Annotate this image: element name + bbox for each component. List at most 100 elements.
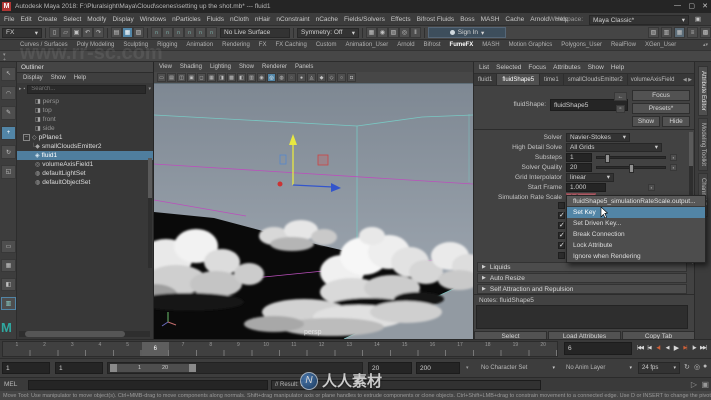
shelf-tab-polygons-user[interactable]: Polygons_User (561, 42, 602, 48)
vp-isolate-select-icon[interactable]: ◘ (347, 73, 356, 82)
shelf-tab-curves-surfaces[interactable]: Curves / Surfaces (20, 42, 68, 48)
viewport-menu-shading[interactable]: Shading (180, 64, 202, 70)
select-tool-icon[interactable]: ↖ (1, 67, 16, 81)
menu-nconstraint[interactable]: nConstraint (276, 16, 309, 23)
menu-set-selector[interactable]: FX▾ (2, 28, 42, 38)
grid-interpolator-dropdown[interactable]: linear▾ (566, 173, 614, 182)
animation-start-field[interactable]: 1 (2, 362, 50, 374)
vp-gate-mask-icon[interactable]: ◨ (217, 73, 226, 82)
modeling-toolkit-toggle-icon[interactable]: ▧ (648, 27, 659, 38)
solver-quality-field[interactable]: 20 (566, 163, 592, 172)
vp-textured-icon[interactable]: ◎ (267, 73, 276, 82)
outliner-bookmark-icon[interactable]: ▪ (24, 86, 26, 92)
animation-end-field[interactable]: 200 (416, 362, 460, 374)
current-frame-field[interactable]: 6 (564, 342, 632, 355)
ae-tab-fluid1[interactable]: fluid1 (474, 74, 497, 85)
fps-selector[interactable]: 24 fps▾ (638, 362, 680, 374)
vp-field-chart-icon[interactable]: ▩ (227, 73, 236, 82)
menu-nparticles[interactable]: nParticles (172, 16, 201, 23)
attribute-editor-toggle-icon[interactable]: ▦ (674, 27, 685, 38)
substeps-slider[interactable] (596, 156, 666, 159)
ae-menu-attributes[interactable]: Attributes (553, 64, 580, 71)
command-input[interactable] (28, 380, 268, 390)
go-to-start-button[interactable]: |◀◀ (636, 342, 644, 353)
render-current-frame-icon[interactable]: ◉ (377, 27, 388, 38)
section-liquids[interactable]: ▶Liquids (477, 262, 687, 272)
menu-boss[interactable]: Boss (460, 16, 474, 23)
shelf-tab-animation[interactable]: Animation (186, 42, 213, 48)
menu-create[interactable]: Create (38, 16, 58, 23)
vp-screen-space-ao-icon[interactable]: ◬ (307, 73, 316, 82)
ae-menu-list[interactable]: List (479, 64, 489, 71)
ae-swatch-icon[interactable]: ▫ (616, 105, 625, 113)
solver-dropdown[interactable]: Navier-Stokes▾ (566, 133, 630, 142)
vp-depth-of-field-icon[interactable]: ○ (337, 73, 346, 82)
menu-ncache[interactable]: nCache (316, 16, 338, 23)
ae-tab-volumeaxisfield[interactable]: volumeAxisField (628, 74, 678, 85)
vp-wireframe-icon[interactable]: ◍ (277, 73, 286, 82)
substeps-field[interactable]: 1 (566, 153, 592, 162)
shelf-tab-arnold[interactable]: Arnold (397, 42, 414, 48)
select-object-icon[interactable]: ▦ (122, 27, 133, 38)
animation-preferences-icon[interactable]: ● (703, 363, 707, 370)
outliner-menu-show[interactable]: Show (51, 75, 66, 81)
menu-ncloth[interactable]: nCloth (230, 16, 249, 23)
texture-box-icon[interactable]: ▪ (648, 184, 655, 191)
title-bar[interactable]: M Autodesk Maya 2018: F:\Pluralsight\May… (0, 0, 711, 13)
workspace-selector[interactable]: Maya Classic* ▾ (589, 15, 689, 25)
shelf-tab-rigging[interactable]: Rigging (157, 42, 177, 48)
range-slider-track[interactable]: 1 20 (107, 362, 363, 374)
playback-start-field[interactable]: 1 (55, 362, 103, 374)
maximize-button[interactable]: ▢ (688, 2, 695, 10)
high-detail-solve-dropdown[interactable]: All Grids▾ (566, 143, 662, 152)
shelf-tab-realflow[interactable]: RealFlow (611, 42, 636, 48)
outliner-item-top[interactable]: ◨top (17, 106, 153, 115)
outliner-horizontal-scrollbar[interactable] (19, 331, 150, 337)
sign-in-button[interactable]: Sign In ▾ (428, 27, 506, 38)
shelf-tab-fumefx[interactable]: FumeFX (450, 42, 474, 48)
vp-film-gate-icon[interactable]: ◻ (197, 73, 206, 82)
live-surface-selector[interactable]: No Live Surface (220, 28, 290, 38)
ae-menu-focus[interactable]: Focus (528, 64, 546, 71)
ae-presets-button[interactable]: Presets* (632, 103, 690, 114)
outliner-search-input[interactable] (27, 85, 146, 94)
context-menu-break-connection[interactable]: Break Connection (567, 229, 705, 240)
outliner-menu-display[interactable]: Display (23, 75, 43, 81)
keyframe-box-icon[interactable]: ▪ (670, 164, 677, 171)
pause-viewport-icon[interactable]: ‖ (410, 27, 421, 38)
keyframe-box-icon[interactable]: ▪ (670, 154, 677, 161)
menu-fields-solvers[interactable]: Fields/Solvers (344, 16, 385, 23)
script-editor-icon[interactable]: ▷ (691, 380, 697, 389)
vp-resolution-gate-icon[interactable]: ▦ (207, 73, 216, 82)
menu-file[interactable]: File (4, 16, 14, 23)
shelf-tab-animation-user[interactable]: Animation_User (346, 42, 389, 48)
ae-menu-show[interactable]: Show (588, 64, 604, 71)
layout-four-pane-icon[interactable]: ▦ (1, 259, 16, 272)
ae-back-arrow-icon[interactable]: ← (614, 92, 627, 101)
snap-curve-icon[interactable]: ∩ (162, 27, 173, 38)
layout-current-icon[interactable]: ▥ (1, 297, 16, 310)
playback-end-field[interactable]: 20 (368, 362, 412, 374)
channel-box-toggle-icon[interactable]: ▩ (700, 27, 711, 38)
playback-options-icon[interactable]: ◎ (694, 363, 700, 371)
character-set-selector[interactable]: No Character Set▾ (478, 362, 558, 374)
range-handle-left[interactable] (110, 364, 117, 372)
ae-menu-help[interactable]: Help (611, 64, 624, 71)
undo-icon[interactable]: ↶ (82, 27, 93, 38)
menu-mash[interactable]: MASH (481, 16, 500, 23)
step-back-frame-button[interactable]: |◀ (645, 342, 653, 353)
start-frame-field[interactable]: 1.000 (566, 183, 606, 192)
character-controls-toggle-icon[interactable]: ▥ (661, 27, 672, 38)
chevron-down-icon[interactable]: ▾ (148, 86, 151, 92)
play-backwards-button[interactable]: ◀ (663, 342, 671, 353)
checkbox-checked[interactable]: ✓ (558, 242, 565, 249)
layout-persp-outliner-icon[interactable]: ◧ (1, 278, 16, 291)
checkbox-checked[interactable]: ✓ (558, 212, 565, 219)
outliner-menu-help[interactable]: Help (74, 75, 86, 81)
vp-bookmark-icon[interactable]: ▤ (167, 73, 176, 82)
section-auto-resize[interactable]: ▶Auto Resize (477, 273, 687, 283)
outliner-item-side[interactable]: ◨side (17, 124, 153, 133)
time-slider[interactable]: 6 1234567891011121314151617181920 (2, 341, 558, 357)
close-button[interactable]: ✕ (702, 2, 708, 10)
viewport-menu-show[interactable]: Show (239, 64, 254, 70)
